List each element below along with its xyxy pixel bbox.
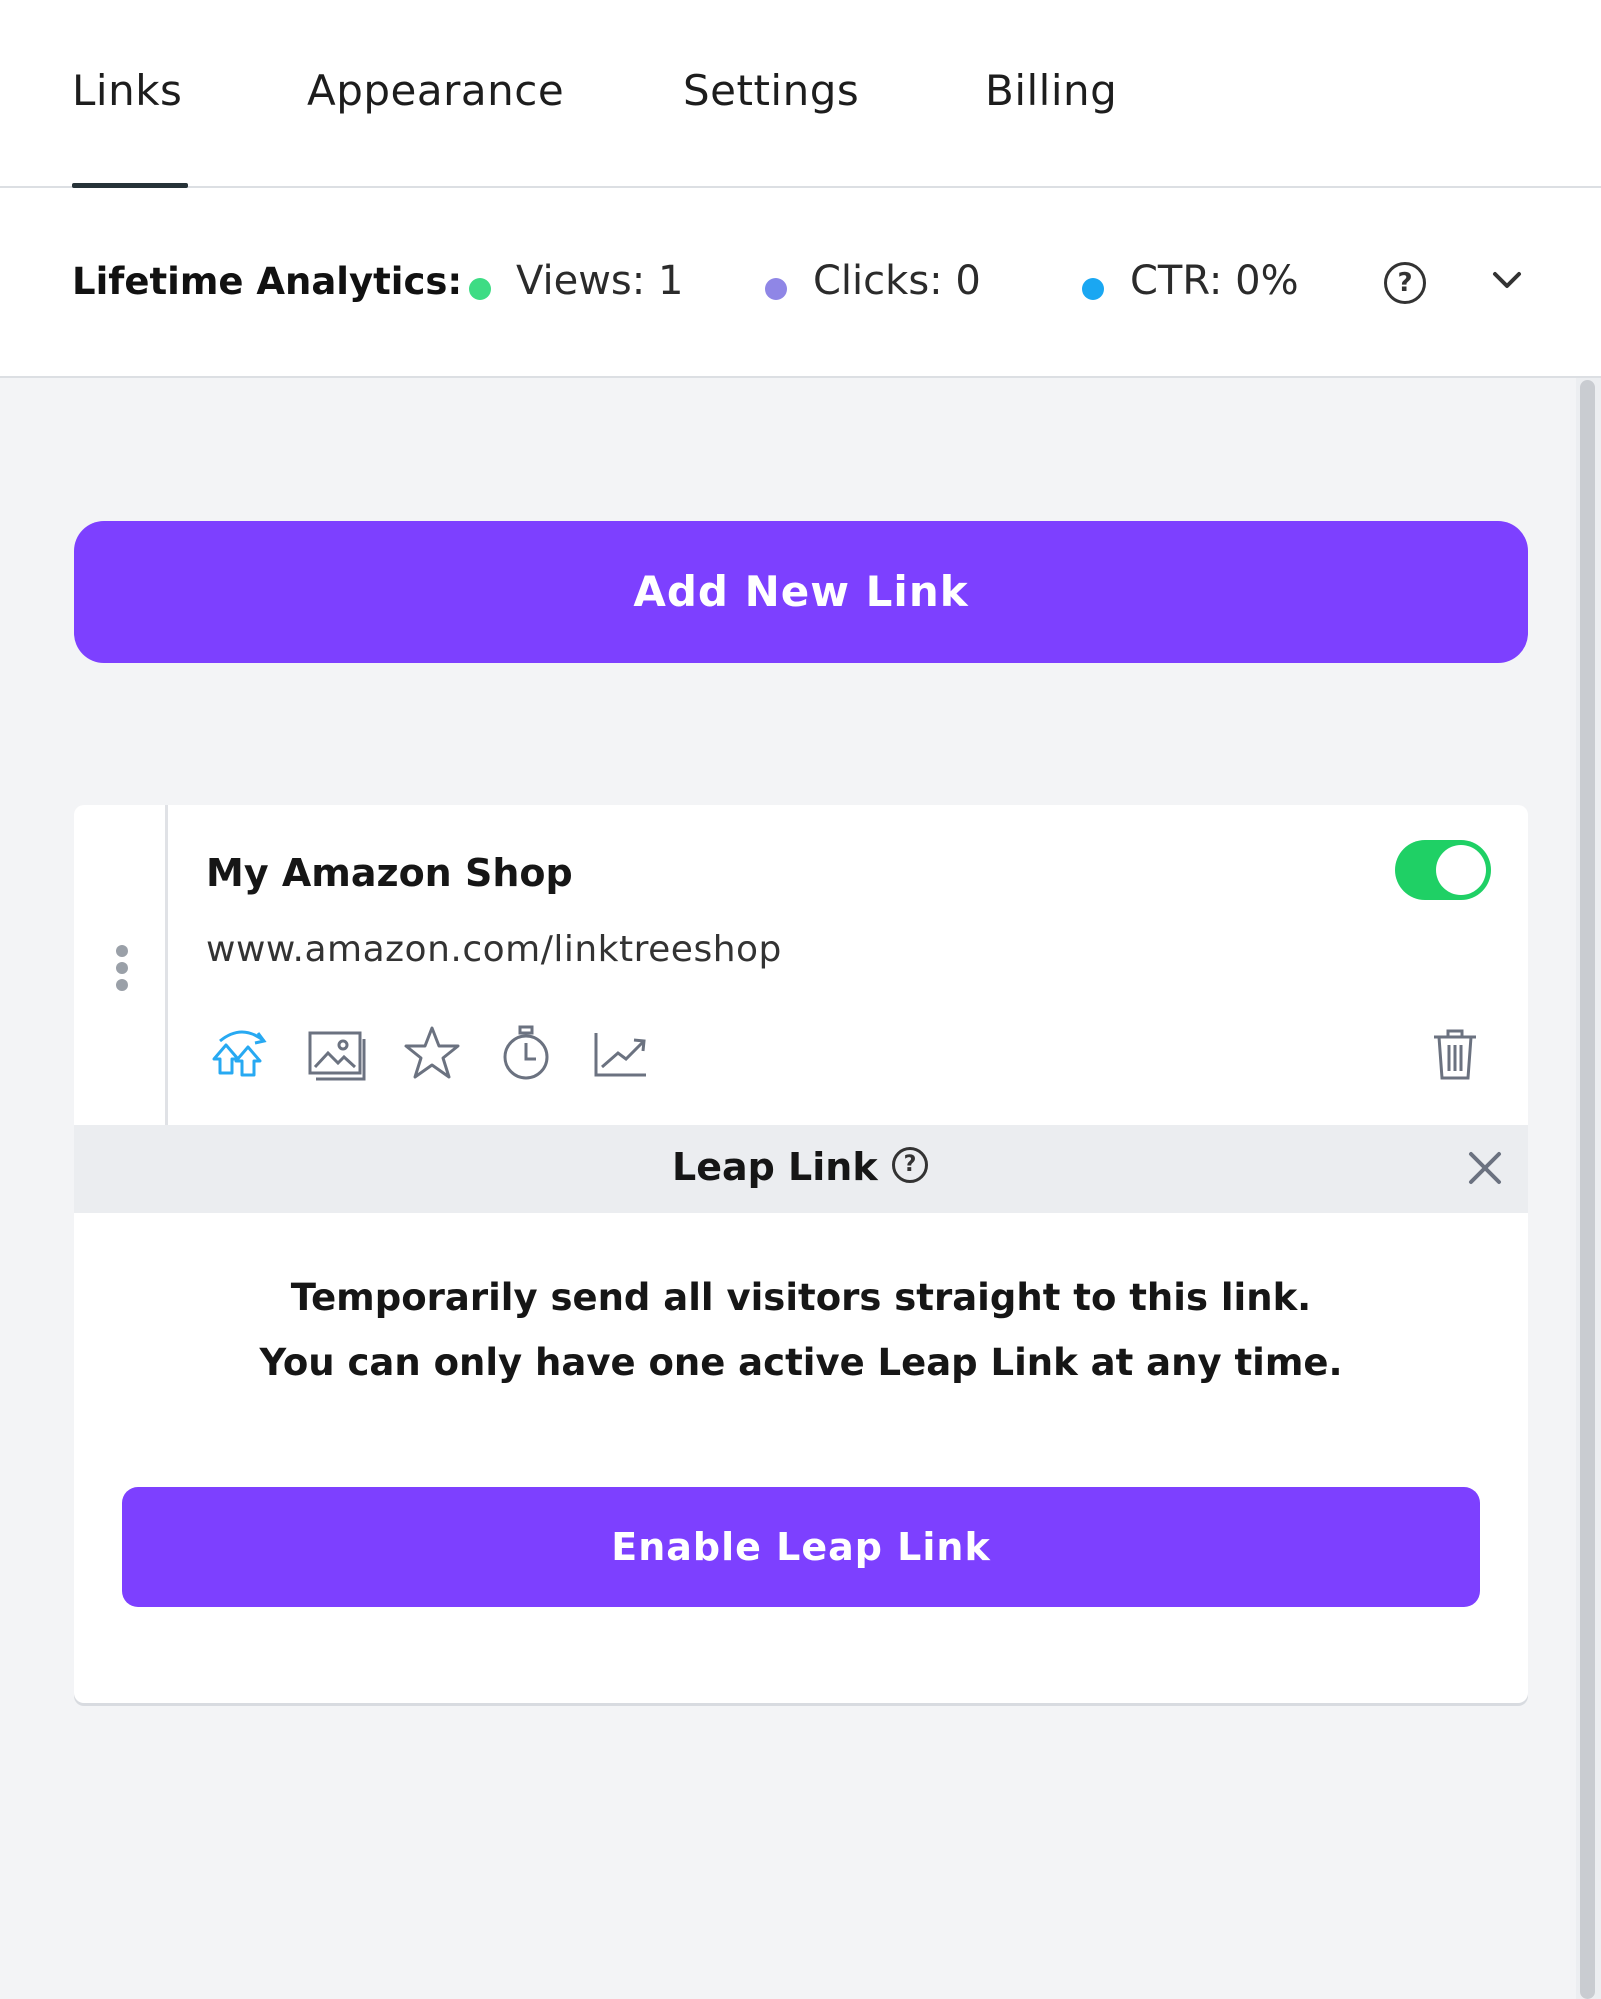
drag-dot-icon [116, 945, 128, 957]
analytics-help-icon[interactable]: ? [1384, 262, 1426, 304]
ctr-dot-icon [1082, 278, 1104, 300]
link-enabled-toggle[interactable] [1395, 840, 1491, 900]
close-icon[interactable] [1466, 1149, 1504, 1187]
drag-dot-icon [116, 979, 128, 991]
tab-settings[interactable]: Settings [683, 66, 859, 115]
leap-link-help-icon[interactable]: ? [892, 1147, 928, 1183]
tab-billing[interactable]: Billing [985, 66, 1117, 115]
drag-handle[interactable] [74, 805, 168, 1125]
top-tab-bar: Links Appearance Settings Billing [0, 0, 1601, 188]
drag-dot-icon [116, 962, 128, 974]
link-title-field[interactable]: My Amazon Shop [206, 851, 573, 895]
link-url-field[interactable]: www.amazon.com/linktreeshop [206, 929, 782, 970]
clicks-stat: Clicks: 0 [813, 258, 981, 304]
leap-link-title: Leap Link [672, 1145, 878, 1189]
trash-icon[interactable] [1432, 1027, 1478, 1081]
leap-link-header: Leap Link ? [74, 1125, 1528, 1213]
analytics-label: Lifetime Analytics: [72, 260, 463, 303]
thumbnail-icon[interactable] [306, 1023, 368, 1083]
views-stat: Views: 1 [516, 258, 684, 304]
leap-link-icon[interactable] [212, 1023, 272, 1083]
views-dot-icon [469, 278, 491, 300]
scrollbar-thumb[interactable] [1580, 380, 1595, 1999]
tab-appearance[interactable]: Appearance [307, 66, 564, 115]
add-new-link-button[interactable]: Add New Link [74, 521, 1528, 663]
clicks-dot-icon [765, 278, 787, 300]
enable-leap-link-button[interactable]: Enable Leap Link [122, 1487, 1480, 1607]
link-card: My Amazon Shop www.amazon.com/linktreesh… [74, 805, 1528, 1703]
leap-link-description: Temporarily send all visitors straight t… [74, 1265, 1528, 1395]
tab-links[interactable]: Links [72, 66, 182, 115]
leap-link-description-line1: Temporarily send all visitors straight t… [290, 1276, 1312, 1319]
ctr-stat: CTR: 0% [1130, 258, 1299, 304]
schedule-timer-icon[interactable] [496, 1023, 556, 1083]
lifetime-analytics-bar: Lifetime Analytics: Views: 1 Clicks: 0 C… [0, 188, 1601, 378]
leap-link-description-line2: You can only have one active Leap Link a… [259, 1341, 1343, 1384]
chevron-down-icon[interactable] [1490, 268, 1524, 292]
priority-star-icon[interactable] [402, 1023, 462, 1083]
analytics-chart-icon[interactable] [590, 1023, 650, 1083]
toggle-knob [1436, 845, 1486, 895]
